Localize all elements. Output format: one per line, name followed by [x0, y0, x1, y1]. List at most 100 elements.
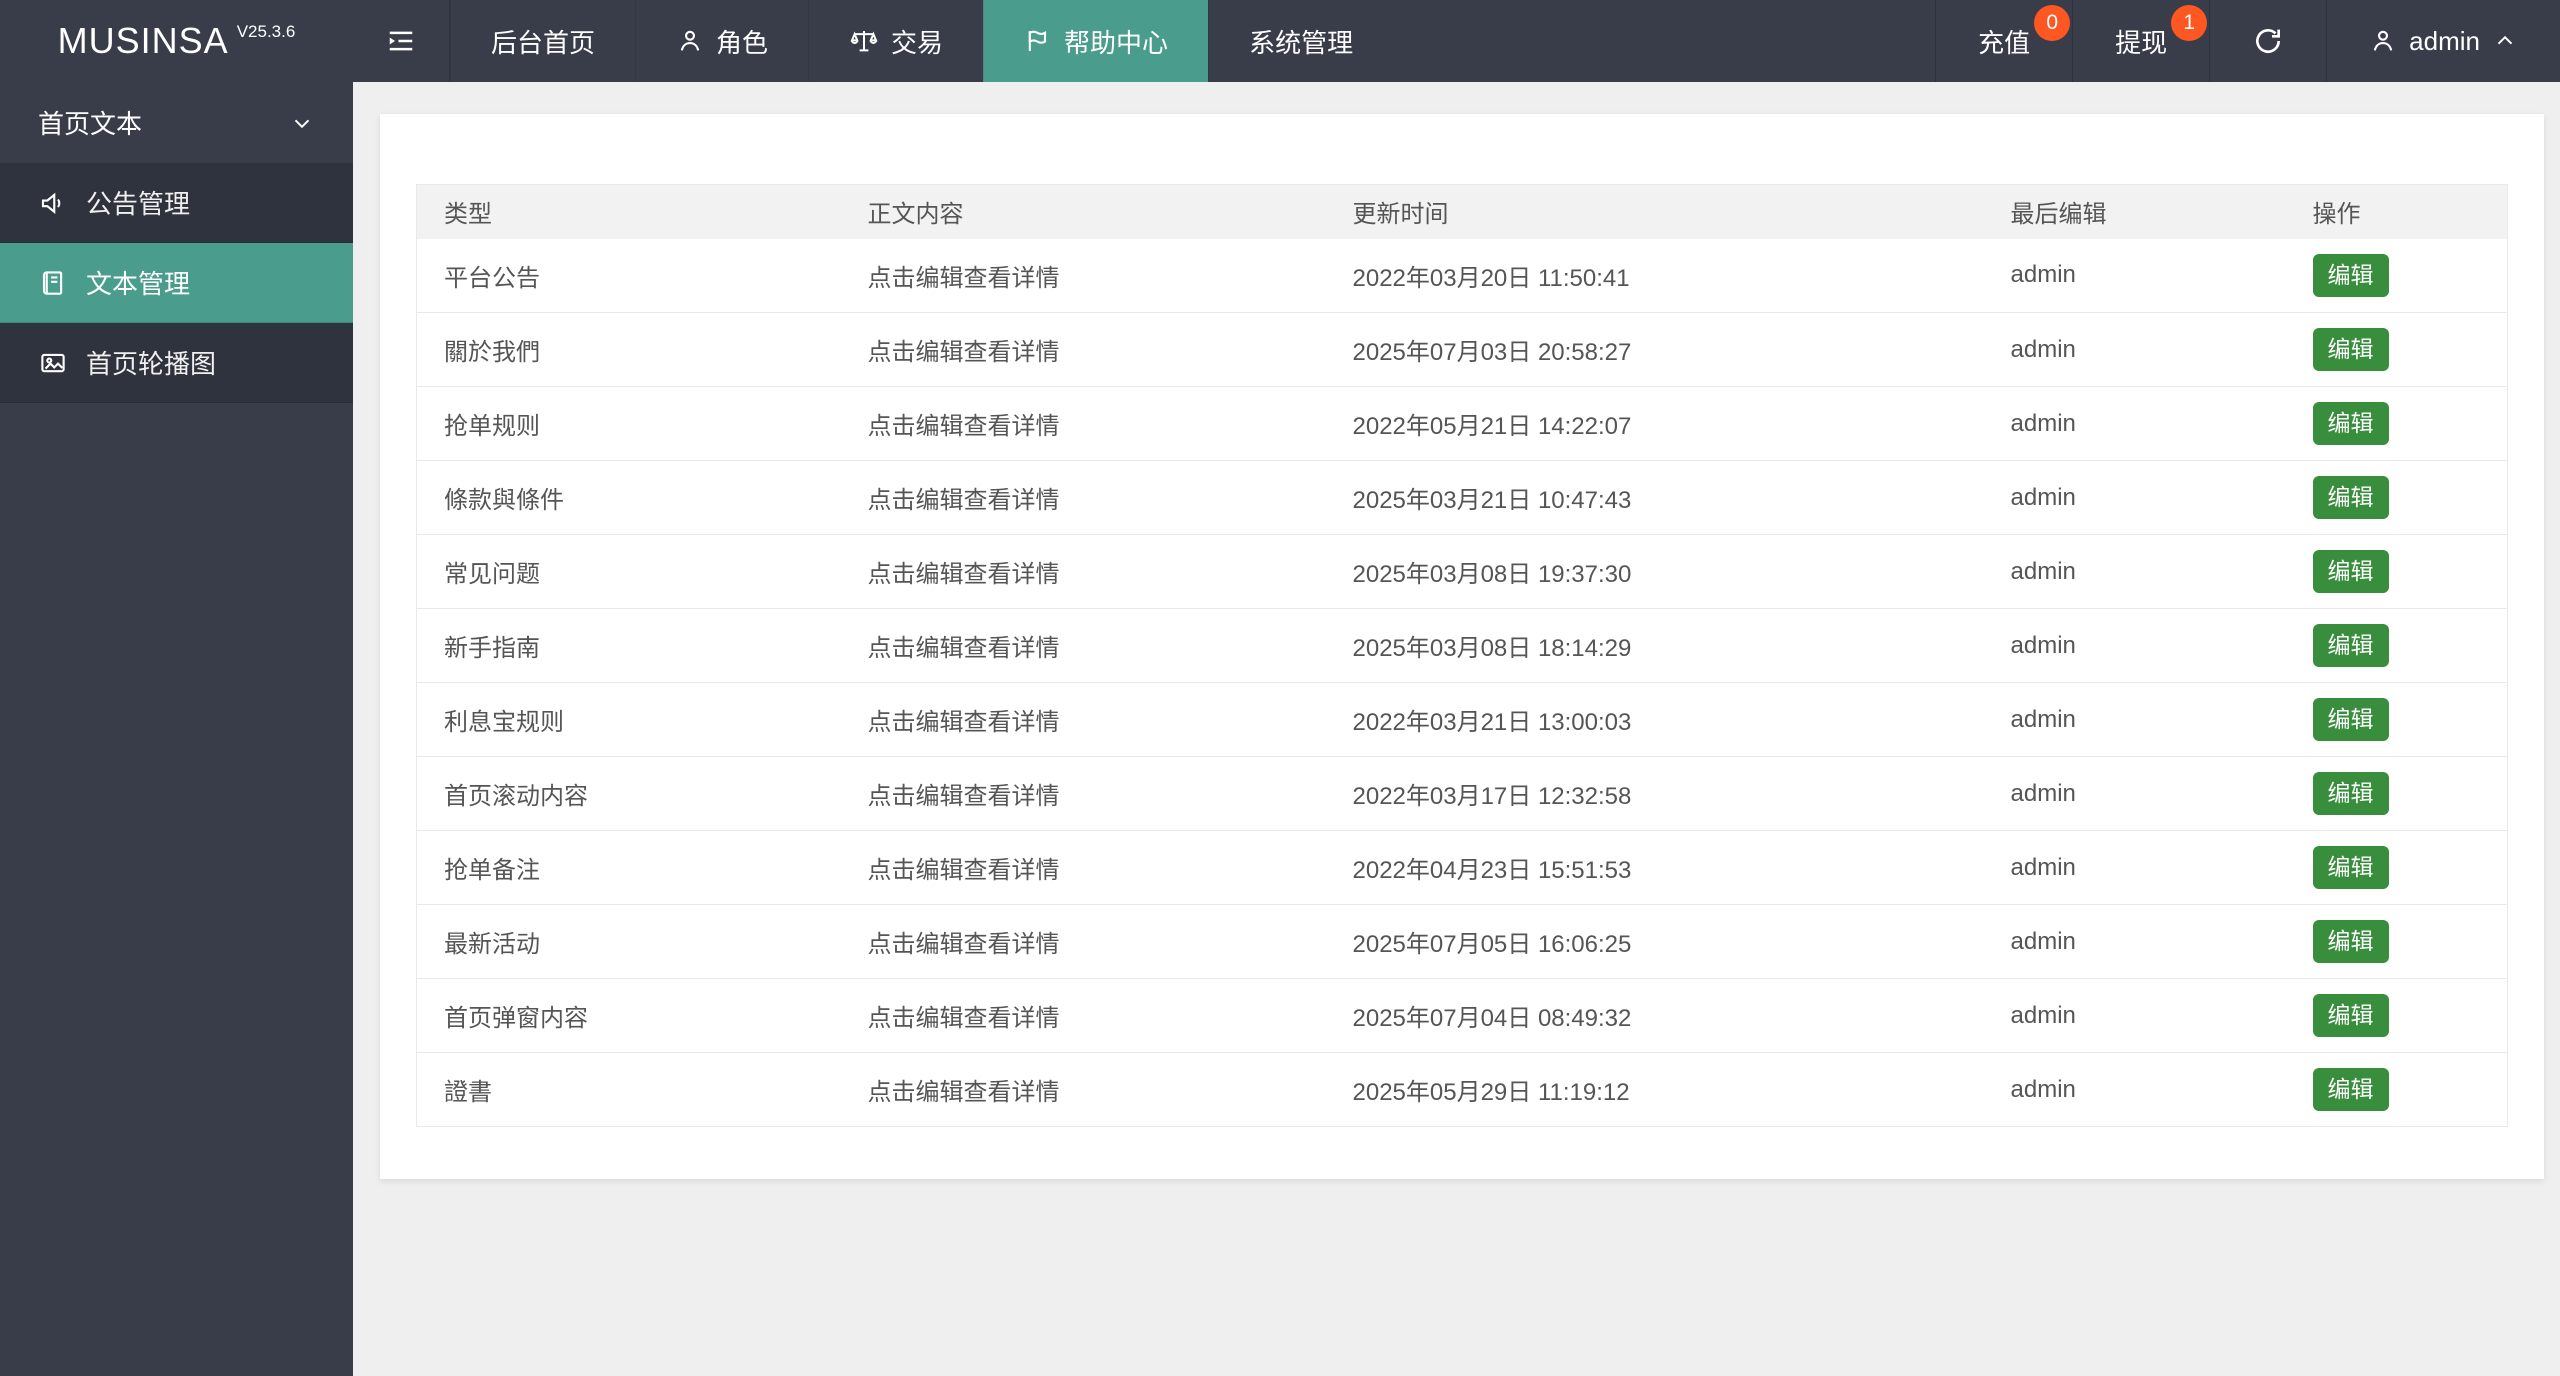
- cell-content: 点击编辑查看详情: [840, 830, 1326, 905]
- withdraw-button[interactable]: 提现 1: [2072, 0, 2209, 82]
- flag-icon: [1024, 27, 1052, 55]
- refresh-icon: [2252, 25, 2284, 57]
- cell-updated: 2022年03月21日 13:00:03: [1325, 682, 1984, 757]
- sidebar-item-home-carousel[interactable]: 首页轮播图: [0, 323, 353, 403]
- edit-button[interactable]: 编辑: [2312, 328, 2389, 371]
- withdraw-badge: 1: [2171, 5, 2208, 41]
- edit-button[interactable]: 编辑: [2312, 1068, 2389, 1111]
- table-body: 平台公告 点击编辑查看详情 2022年03月20日 11:50:41 admin…: [416, 238, 2508, 1127]
- cell-actions: 编辑: [2285, 238, 2508, 313]
- sidebar-group-home-text[interactable]: 首页文本: [0, 82, 353, 163]
- nav-roles-label: 角色: [716, 27, 769, 58]
- nav-roles[interactable]: 角色: [635, 0, 808, 82]
- cell-editor: admin: [1983, 386, 2286, 461]
- column-updated: 更新时间: [1325, 184, 1984, 239]
- cell-updated: 2025年03月08日 18:14:29: [1325, 608, 1984, 683]
- cell-editor: admin: [1983, 534, 2286, 609]
- edit-button[interactable]: 编辑: [2312, 846, 2389, 889]
- app-name: MUSINSA: [57, 20, 229, 61]
- cell-type: 利息宝规则: [416, 682, 841, 757]
- chevron-down-icon: [289, 110, 315, 136]
- table-row: 平台公告 点击编辑查看详情 2022年03月20日 11:50:41 admin…: [416, 238, 2508, 313]
- cell-actions: 编辑: [2285, 978, 2508, 1053]
- edit-button[interactable]: 编辑: [2312, 476, 2389, 519]
- edit-button[interactable]: 编辑: [2312, 772, 2389, 815]
- cell-type: 最新活动: [416, 904, 841, 979]
- cell-updated: 2025年03月21日 10:47:43: [1325, 460, 1984, 535]
- refresh-button[interactable]: [2209, 0, 2326, 82]
- cell-content: 点击编辑查看详情: [840, 608, 1326, 683]
- table-row: 證書 点击编辑查看详情 2025年05月29日 11:19:12 admin 编…: [416, 1052, 2508, 1127]
- sidebar-item-label: 公告管理: [86, 189, 191, 219]
- cell-content: 点击编辑查看详情: [840, 312, 1326, 387]
- topbar-actions: 充值 0 提现 1 admin: [1935, 0, 2560, 82]
- user-icon: [676, 27, 704, 55]
- table-row: 首页滚动内容 点击编辑查看详情 2022年03月17日 12:32:58 adm…: [416, 756, 2508, 831]
- image-icon: [38, 348, 68, 378]
- edit-button[interactable]: 编辑: [2312, 920, 2389, 963]
- sidebar-item-label: 文本管理: [86, 269, 191, 299]
- table-row: 首页弹窗内容 点击编辑查看详情 2025年07月04日 08:49:32 adm…: [416, 978, 2508, 1053]
- cell-editor: admin: [1983, 312, 2286, 387]
- scales-icon: [849, 26, 879, 56]
- withdraw-label: 提现: [2115, 27, 2168, 58]
- app-version: V25.3.6: [236, 22, 296, 41]
- cell-content: 点击编辑查看详情: [840, 978, 1326, 1053]
- username: admin: [2409, 25, 2480, 56]
- edit-button[interactable]: 编辑: [2312, 698, 2389, 741]
- cell-type: 平台公告: [416, 238, 841, 313]
- nav-trade[interactable]: 交易: [808, 0, 983, 82]
- cell-content: 点击编辑查看详情: [840, 238, 1326, 313]
- cell-type: 關於我們: [416, 312, 841, 387]
- table-row: 關於我們 点击编辑查看详情 2025年07月03日 20:58:27 admin…: [416, 312, 2508, 387]
- topbar: MUSINSA V25.3.6 后台首页 角色 交易 帮助中心 系统管理 充值 …: [0, 0, 2560, 82]
- cell-type: 條款與條件: [416, 460, 841, 535]
- cell-type: 抢单备注: [416, 830, 841, 905]
- cell-editor: admin: [1983, 978, 2286, 1053]
- user-menu[interactable]: admin: [2326, 0, 2560, 82]
- book-icon: [38, 268, 68, 298]
- cell-type: 首页滚动内容: [416, 756, 841, 831]
- cell-type: 證書: [416, 1052, 841, 1127]
- edit-button[interactable]: 编辑: [2312, 624, 2389, 667]
- recharge-label: 充值: [1978, 27, 2031, 58]
- sidebar-item-announcements[interactable]: 公告管理: [0, 163, 353, 243]
- cell-content: 点击编辑查看详情: [840, 1052, 1326, 1127]
- sidebar: 首页文本 公告管理 文本管理 首页轮播图: [0, 82, 353, 1376]
- nav-dashboard-label: 后台首页: [491, 27, 596, 58]
- edit-button[interactable]: 编辑: [2312, 253, 2389, 297]
- cell-actions: 编辑: [2285, 312, 2508, 387]
- cell-type: 常见问题: [416, 534, 841, 609]
- speaker-icon: [38, 188, 68, 218]
- sidebar-toggle-button[interactable]: [353, 0, 450, 82]
- top-nav: 后台首页 角色 交易 帮助中心 系统管理: [450, 0, 1393, 82]
- cell-actions: 编辑: [2285, 386, 2508, 461]
- cell-type: 抢单规则: [416, 386, 841, 461]
- cell-actions: 编辑: [2285, 460, 2508, 535]
- main-content: 类型 正文内容 更新时间 最后编辑 操作 平台公告 点击编辑查看详情 2022年…: [353, 82, 2560, 1376]
- cell-updated: 2025年07月03日 20:58:27: [1325, 312, 1984, 387]
- nav-system-admin[interactable]: 系统管理: [1208, 0, 1393, 82]
- edit-button[interactable]: 编辑: [2312, 550, 2389, 593]
- edit-button[interactable]: 编辑: [2312, 402, 2389, 445]
- cell-actions: 编辑: [2285, 904, 2508, 979]
- nav-help-center[interactable]: 帮助中心: [983, 0, 1209, 82]
- nav-dashboard[interactable]: 后台首页: [450, 0, 635, 82]
- chevron-up-icon: [2492, 28, 2518, 54]
- recharge-button[interactable]: 充值 0: [1935, 0, 2072, 82]
- cell-editor: admin: [1983, 830, 2286, 905]
- content-card: 类型 正文内容 更新时间 最后编辑 操作 平台公告 点击编辑查看详情 2022年…: [380, 114, 2544, 1179]
- cell-content: 点击编辑查看详情: [840, 386, 1326, 461]
- edit-button[interactable]: 编辑: [2312, 994, 2389, 1037]
- column-content: 正文内容: [840, 184, 1326, 239]
- cell-content: 点击编辑查看详情: [840, 534, 1326, 609]
- sidebar-item-label: 首页轮播图: [86, 349, 217, 379]
- cell-updated: 2022年03月20日 11:50:41: [1325, 238, 1984, 313]
- sidebar-item-text-management[interactable]: 文本管理: [0, 243, 353, 323]
- table-row: 最新活动 点击编辑查看详情 2025年07月05日 16:06:25 admin…: [416, 904, 2508, 979]
- sidebar-group-label: 首页文本: [38, 109, 143, 139]
- cell-type: 新手指南: [416, 608, 841, 683]
- cell-editor: admin: [1983, 756, 2286, 831]
- menu-toggle-icon: [386, 26, 416, 56]
- cell-updated: 2025年03月08日 19:37:30: [1325, 534, 1984, 609]
